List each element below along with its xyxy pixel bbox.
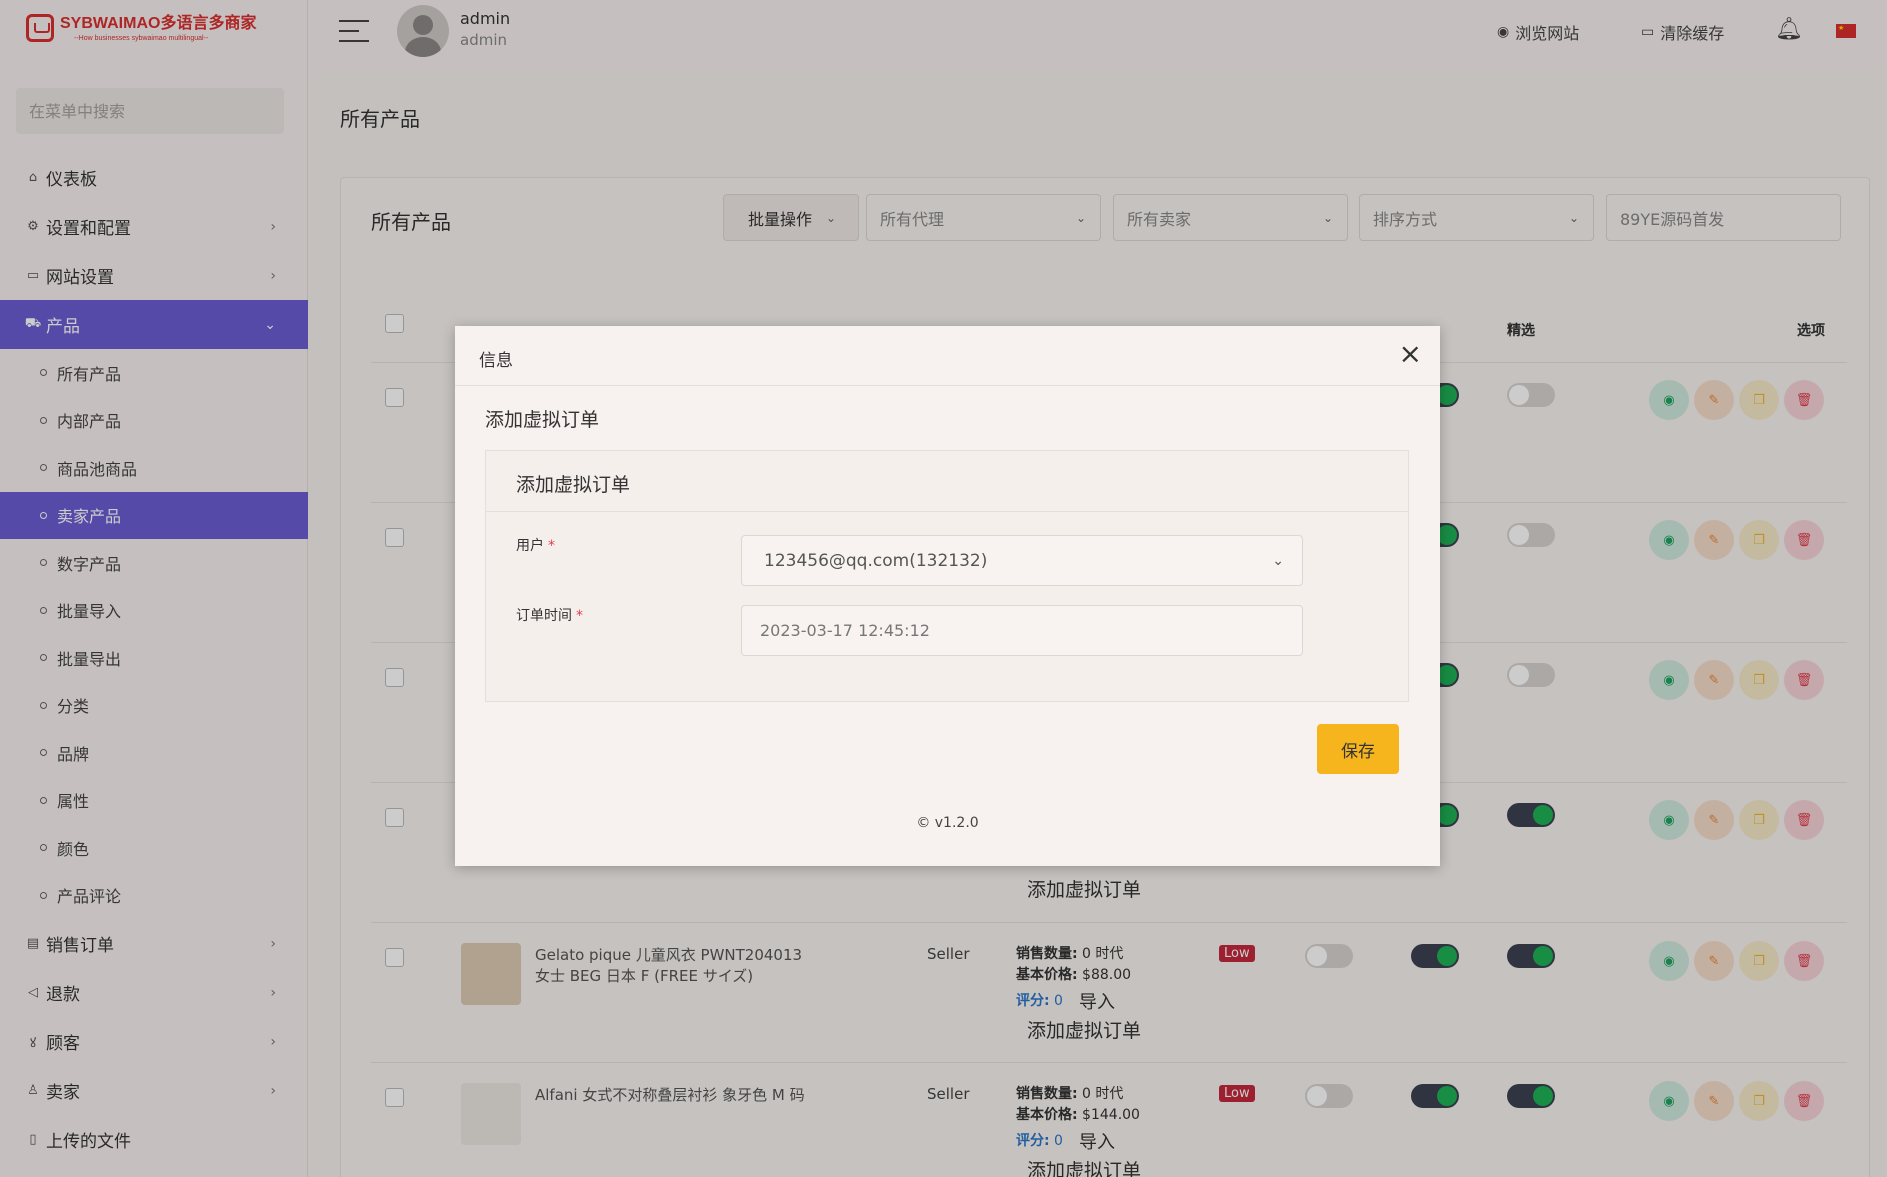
chevron-down-icon: ⌄: [1272, 552, 1284, 569]
version-text: © v1.2.0: [916, 815, 979, 831]
panel-title: 添加虚拟订单: [516, 474, 631, 496]
order-time-label: 订单时间 *: [516, 608, 583, 624]
virtual-order-modal: 信息 × 添加虚拟订单 添加虚拟订单 用户 * 123456@qq.com(132…: [455, 326, 1440, 866]
modal-title: 信息: [479, 351, 513, 371]
order-time-input[interactable]: 2023-03-17 12:45:12: [741, 605, 1303, 656]
modal-subtitle: 添加虚拟订单: [485, 409, 600, 431]
virtual-order-panel: 添加虚拟订单 用户 * 123456@qq.com(132132) ⌄ 订单时间 * …: [485, 450, 1409, 702]
save-button[interactable]: 保存: [1317, 724, 1399, 774]
user-label: 用户 *: [516, 538, 555, 554]
user-select[interactable]: 123456@qq.com(132132) ⌄: [741, 535, 1303, 586]
modal-header: 信息 ×: [455, 326, 1440, 386]
close-icon[interactable]: ×: [1399, 337, 1422, 370]
